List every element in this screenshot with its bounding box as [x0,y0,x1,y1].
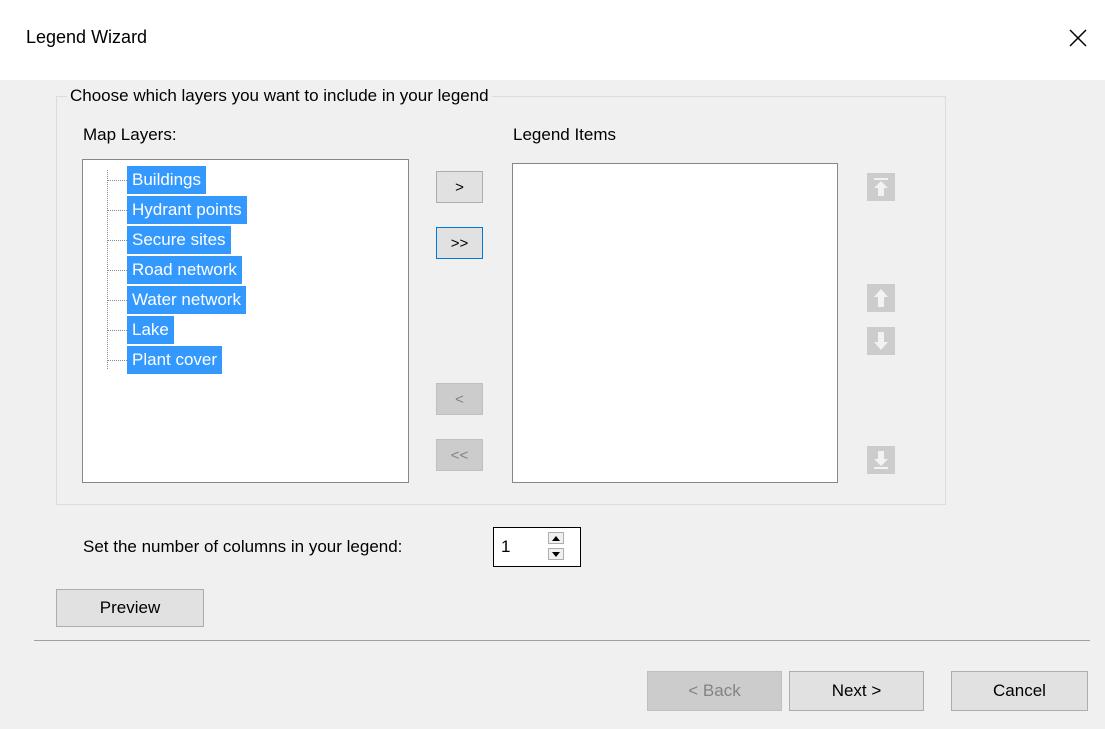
arrow-down-icon [874,332,888,350]
move-down-button[interactable] [867,327,895,355]
remove-selected-button[interactable]: < [436,383,483,415]
tree-branch [108,180,127,181]
move-to-top-icon [874,178,888,196]
tree-branch [108,300,127,301]
layer-item-secure-sites[interactable]: Secure sites [127,226,231,254]
tree-branch [108,240,127,241]
footer-divider [34,640,1090,641]
columns-value[interactable]: 1 [501,537,510,557]
preview-button[interactable]: Preview [56,589,204,627]
spin-down-button[interactable] [548,548,564,560]
legend-items-label: Legend Items [513,125,617,144]
add-selected-button[interactable]: > [436,171,483,203]
layer-item-lake[interactable]: Lake [127,316,174,344]
next-button[interactable]: Next > [789,671,924,711]
layer-item-plant-cover[interactable]: Plant cover [127,346,223,374]
spin-up-button[interactable] [548,532,564,544]
spin-up-icon [552,535,560,541]
legend-items-list[interactable] [512,163,838,483]
columns-label: Set the number of columns in your legend… [83,537,403,556]
remove-all-button[interactable]: << [436,439,483,471]
layer-item-road-network[interactable]: Road network [127,256,242,284]
map-layers-label: Map Layers: [83,125,177,144]
tree-branch [108,210,127,211]
spin-down-icon [552,551,560,557]
move-up-button[interactable] [867,284,895,312]
close-icon [1069,29,1087,47]
back-button[interactable]: < Back [647,671,782,711]
window-title: Legend Wizard [26,27,148,47]
tree-branch [108,360,127,361]
title-bar [0,0,1105,80]
cancel-button[interactable]: Cancel [951,671,1088,711]
tree-branch [108,330,127,331]
move-to-bottom-icon [874,451,888,469]
columns-spinner[interactable]: 1 [493,527,581,567]
add-all-button[interactable]: >> [436,227,483,259]
tree-branch [108,270,127,271]
close-button[interactable] [1056,16,1100,60]
move-to-top-button[interactable] [867,173,895,201]
group-caption: Choose which layers you want to include … [67,86,492,106]
arrow-up-icon [874,289,888,307]
move-to-bottom-button[interactable] [867,446,895,474]
layer-item-water-network[interactable]: Water network [127,286,246,314]
layer-item-buildings[interactable]: Buildings [127,166,206,194]
layer-item-hydrant-points[interactable]: Hydrant points [127,196,247,224]
